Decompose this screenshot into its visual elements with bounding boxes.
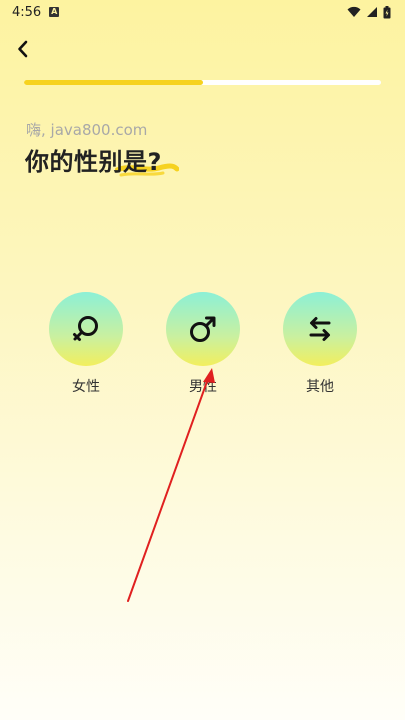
option-other[interactable]: 其他	[283, 292, 357, 396]
option-label: 女性	[72, 379, 100, 395]
status-time: 4:56	[12, 4, 42, 20]
signal-icon	[367, 7, 377, 17]
question-block: 你的性别是?	[25, 142, 179, 177]
greeting-text: 嗨, java800.com	[26, 121, 148, 139]
status-bar: 4:56 A	[0, 0, 405, 24]
status-left: 4:56 A	[12, 4, 60, 20]
gender-options: 女性 男性 其他	[0, 292, 405, 402]
female-symbol-icon	[73, 316, 98, 341]
a-letter-icon: A	[49, 7, 60, 17]
option-circle[interactable]	[283, 292, 357, 366]
chevron-left-icon	[18, 40, 28, 58]
wifi-icon	[347, 6, 361, 17]
option-circle[interactable]	[166, 292, 240, 366]
page-title: 你的性别是?	[25, 148, 162, 176]
option-female[interactable]: 女性	[49, 292, 123, 396]
option-circle[interactable]	[49, 292, 123, 366]
battery-icon	[383, 5, 391, 18]
male-symbol-icon	[190, 316, 216, 342]
option-label: 男性	[189, 379, 217, 395]
swap-arrows-icon	[309, 317, 331, 341]
option-male[interactable]: 男性	[166, 292, 240, 396]
back-button[interactable]	[10, 36, 36, 62]
progress-bar	[24, 80, 381, 85]
status-right	[347, 5, 391, 19]
progress-fill	[24, 80, 203, 85]
option-label: 其他	[306, 379, 334, 395]
